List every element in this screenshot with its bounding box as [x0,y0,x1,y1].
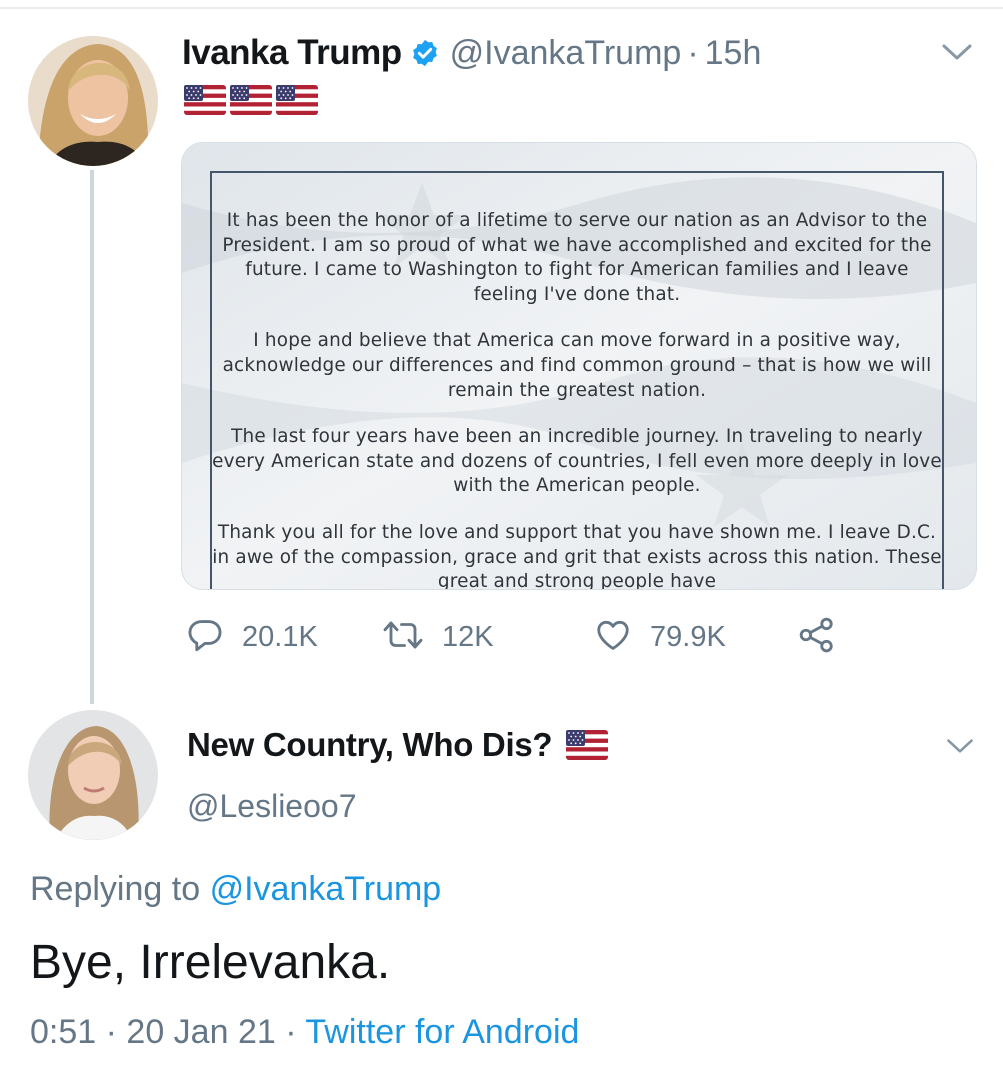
meta-separator: · [687,33,699,72]
us-flag-icon [184,85,226,115]
reply-time: 0:51 [30,1013,97,1051]
avatar-leslie[interactable] [28,710,158,840]
avatar-ivanka[interactable] [28,36,158,166]
replying-to-line: Replying to @IvankaTrump [30,870,441,909]
meta-separator: · [285,1013,297,1051]
like-button[interactable]: 79.9K [594,612,726,662]
share-button[interactable] [798,612,836,662]
statement-text: It has been the honor of a lifetime to s… [212,209,942,590]
share-icon [798,616,836,659]
tweet-actions: 20.1K 12K 79.9K [186,612,886,662]
retweet-button[interactable]: 12K [382,612,494,662]
meta-separator: · [105,1013,117,1051]
reply-date: 20 Jan 21 [126,1013,276,1051]
reply-author-name[interactable]: New Country, Who Dis? [187,726,553,764]
retweet-count: 12K [442,620,494,653]
reply-button[interactable]: 20.1K [186,612,318,662]
chevron-down-icon[interactable] [940,40,974,69]
tweet-time[interactable]: 15h [705,34,762,73]
reply-text: Bye, Irrelevanka. [30,936,391,989]
like-icon [594,616,632,659]
tweet-source-link[interactable]: Twitter for Android [305,1013,579,1051]
tweet-text [184,85,318,115]
tweet-header: Ivanka Trump @IvankaTrump · 15h [182,30,761,76]
us-flag-icon [230,85,272,115]
thread-line [90,170,94,704]
like-count: 79.9K [650,620,726,653]
statement-frame: It has been the honor of a lifetime to s… [210,171,944,590]
top-divider [0,7,1003,9]
us-flag-icon [566,730,608,760]
statement-paragraph: It has been the honor of a lifetime to s… [222,210,932,305]
reply-author-row: New Country, Who Dis? [187,726,608,764]
tweet-media-image[interactable]: It has been the honor of a lifetime to s… [181,142,977,590]
statement-paragraph: Thank you all for the love and support t… [212,521,942,590]
author-name[interactable]: Ivanka Trump [182,33,402,73]
statement-paragraph: I hope and believe that America can move… [222,330,932,401]
reply-icon [186,616,224,659]
statement-paragraph: The last four years have been an incredi… [212,426,942,497]
chevron-down-icon[interactable] [945,735,975,762]
reply-meta: 0:51 · 20 Jan 21 · Twitter for Android [30,1013,579,1052]
author-handle[interactable]: @IvankaTrump [450,34,682,73]
replying-prefix: Replying to [30,870,201,908]
retweet-icon [382,616,424,659]
replying-to-link[interactable]: @IvankaTrump [210,870,442,908]
verified-badge-icon [410,38,440,68]
reply-author-handle[interactable]: @Leslieoo7 [187,788,356,825]
reply-count: 20.1K [242,620,318,653]
us-flag-icon [276,85,318,115]
